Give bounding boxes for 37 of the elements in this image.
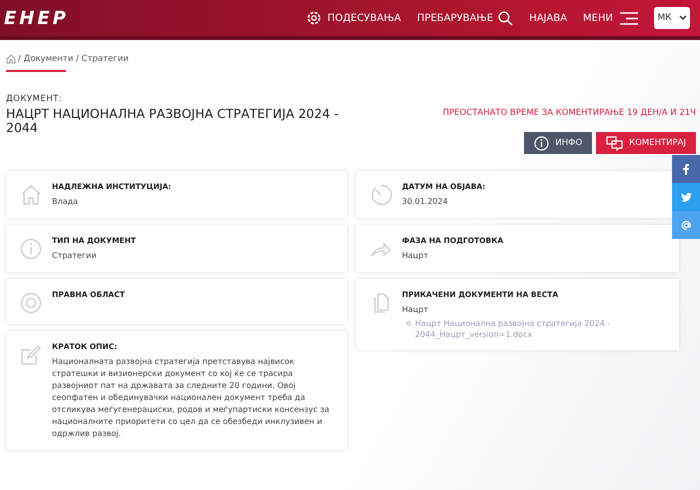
share-button[interactable]: [672, 183, 700, 211]
menu-icon: [618, 12, 638, 24]
chevron-down-icon: [678, 15, 687, 21]
home-icon[interactable]: [6, 54, 16, 64]
at-sign-icon: [680, 220, 692, 230]
facebook-icon: [683, 164, 689, 174]
chat-icon: [606, 136, 624, 150]
remaining-time: ПРЕОСТАНАТО ВРЕМЕ ЗА КОМЕНТИРАЊЕ 19 ДЕН/А И 21Ч: [442, 108, 696, 118]
document-label: ДОКУМЕНТ:: [6, 94, 64, 104]
nav-link[interactable]: ПРЕБАРУВАЊЕ: [417, 10, 514, 26]
bullet-icon: [406, 321, 411, 326]
bird-icon: [680, 192, 692, 202]
action-button[interactable]: КОМЕНТИРАЈ: [596, 132, 696, 154]
share-button[interactable]: [672, 155, 700, 183]
search-icon: [498, 10, 514, 26]
field-value: Стратегии: [52, 250, 98, 262]
info-icon: [20, 238, 42, 260]
house-icon: [20, 184, 42, 206]
action-button[interactable]: ИНФО: [524, 132, 592, 154]
info-icon: [534, 136, 550, 150]
field-value: Националната развојна стратегија претставува највисок стратешки и визионерски документ со кој ќе се трасира развојниот пат на државата за следните 20 години. Овој сеопфатен и обединувачки национален документ треба да отсликува меѓугенерациски, родов и меѓупартиски консензус за националните приоритети со цел да се обезбеди инклузивен и одржлив развој.: [52, 356, 330, 440]
field-value: Влада: [52, 196, 79, 208]
document-title: НАЦРТ НАЦИОНАЛНА РАЗВОЈНА СТРАТЕГИЈА 2024 - 2044: [6, 107, 340, 136]
settings-icon: [306, 10, 322, 26]
share-button[interactable]: [672, 211, 700, 239]
ring-icon: [20, 292, 42, 314]
logo[interactable]: ЕНЕР: [4, 8, 69, 28]
language-select[interactable]: МК: [654, 7, 690, 29]
field-value: Нацрт: [402, 304, 430, 316]
nav-link[interactable]: МЕНИ: [583, 12, 638, 24]
nav-link[interactable]: ПОДЕСУВАЊА: [306, 10, 402, 26]
nav-link[interactable]: НАЈАВА: [529, 12, 568, 24]
field-value: Нацрт: [402, 250, 430, 262]
edit-icon: [20, 344, 42, 366]
timer-icon: [370, 184, 392, 206]
breadcrumb[interactable]: / Документи / Стратегии: [18, 54, 129, 64]
field-value: 30.01.2024: [402, 196, 449, 208]
